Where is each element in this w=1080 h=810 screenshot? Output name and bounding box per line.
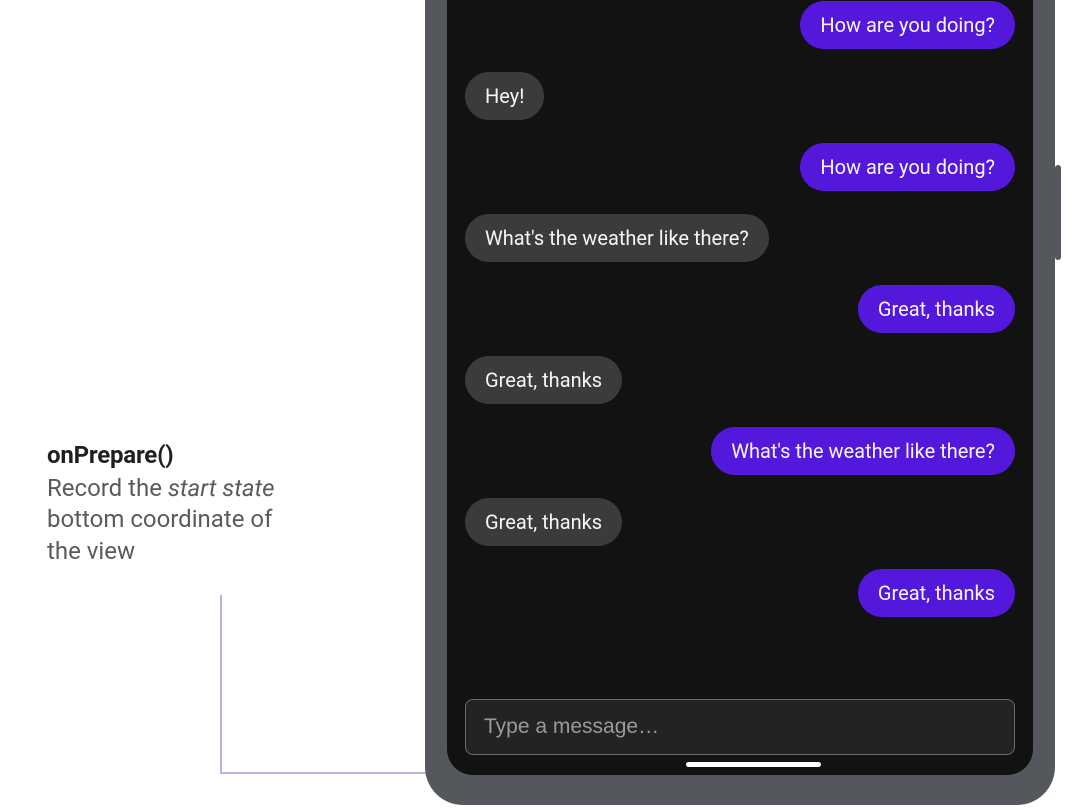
message-bubble-outgoing: Great, thanks bbox=[858, 569, 1015, 617]
annotation-text-italic: start state bbox=[168, 474, 275, 502]
home-indicator bbox=[686, 762, 821, 767]
message-list[interactable]: Great, thanks How are you doing? Hey! Ho… bbox=[447, 0, 1033, 685]
annotation-text: Record the bbox=[47, 474, 168, 502]
message-bubble-outgoing: How are you doing? bbox=[800, 143, 1015, 191]
message-bubble-outgoing: Great, thanks bbox=[858, 285, 1015, 333]
annotation-description: Record the start state bottom coordinate… bbox=[47, 473, 357, 567]
message-input[interactable] bbox=[465, 699, 1015, 755]
annotation-function-name: onPrepare() bbox=[47, 440, 357, 471]
message-bubble-outgoing: How are you doing? bbox=[800, 1, 1015, 49]
phone-frame: Great, thanks How are you doing? Hey! Ho… bbox=[425, 0, 1055, 805]
phone-side-button bbox=[1055, 165, 1061, 260]
annotation-text: bottom coordinate of bbox=[47, 505, 272, 533]
message-bubble-incoming: Great, thanks bbox=[465, 356, 622, 404]
annotation-block: onPrepare() Record the start state botto… bbox=[47, 440, 357, 567]
phone-screen: Great, thanks How are you doing? Hey! Ho… bbox=[447, 0, 1033, 775]
message-bubble-outgoing: What's the weather like there? bbox=[711, 427, 1015, 475]
message-bubble-incoming: Great, thanks bbox=[465, 498, 622, 546]
annotation-text: the view bbox=[47, 537, 135, 565]
message-bubble-incoming: What's the weather like there? bbox=[465, 214, 769, 262]
annotation-connector bbox=[220, 595, 222, 774]
message-bubble-incoming: Hey! bbox=[465, 72, 544, 120]
